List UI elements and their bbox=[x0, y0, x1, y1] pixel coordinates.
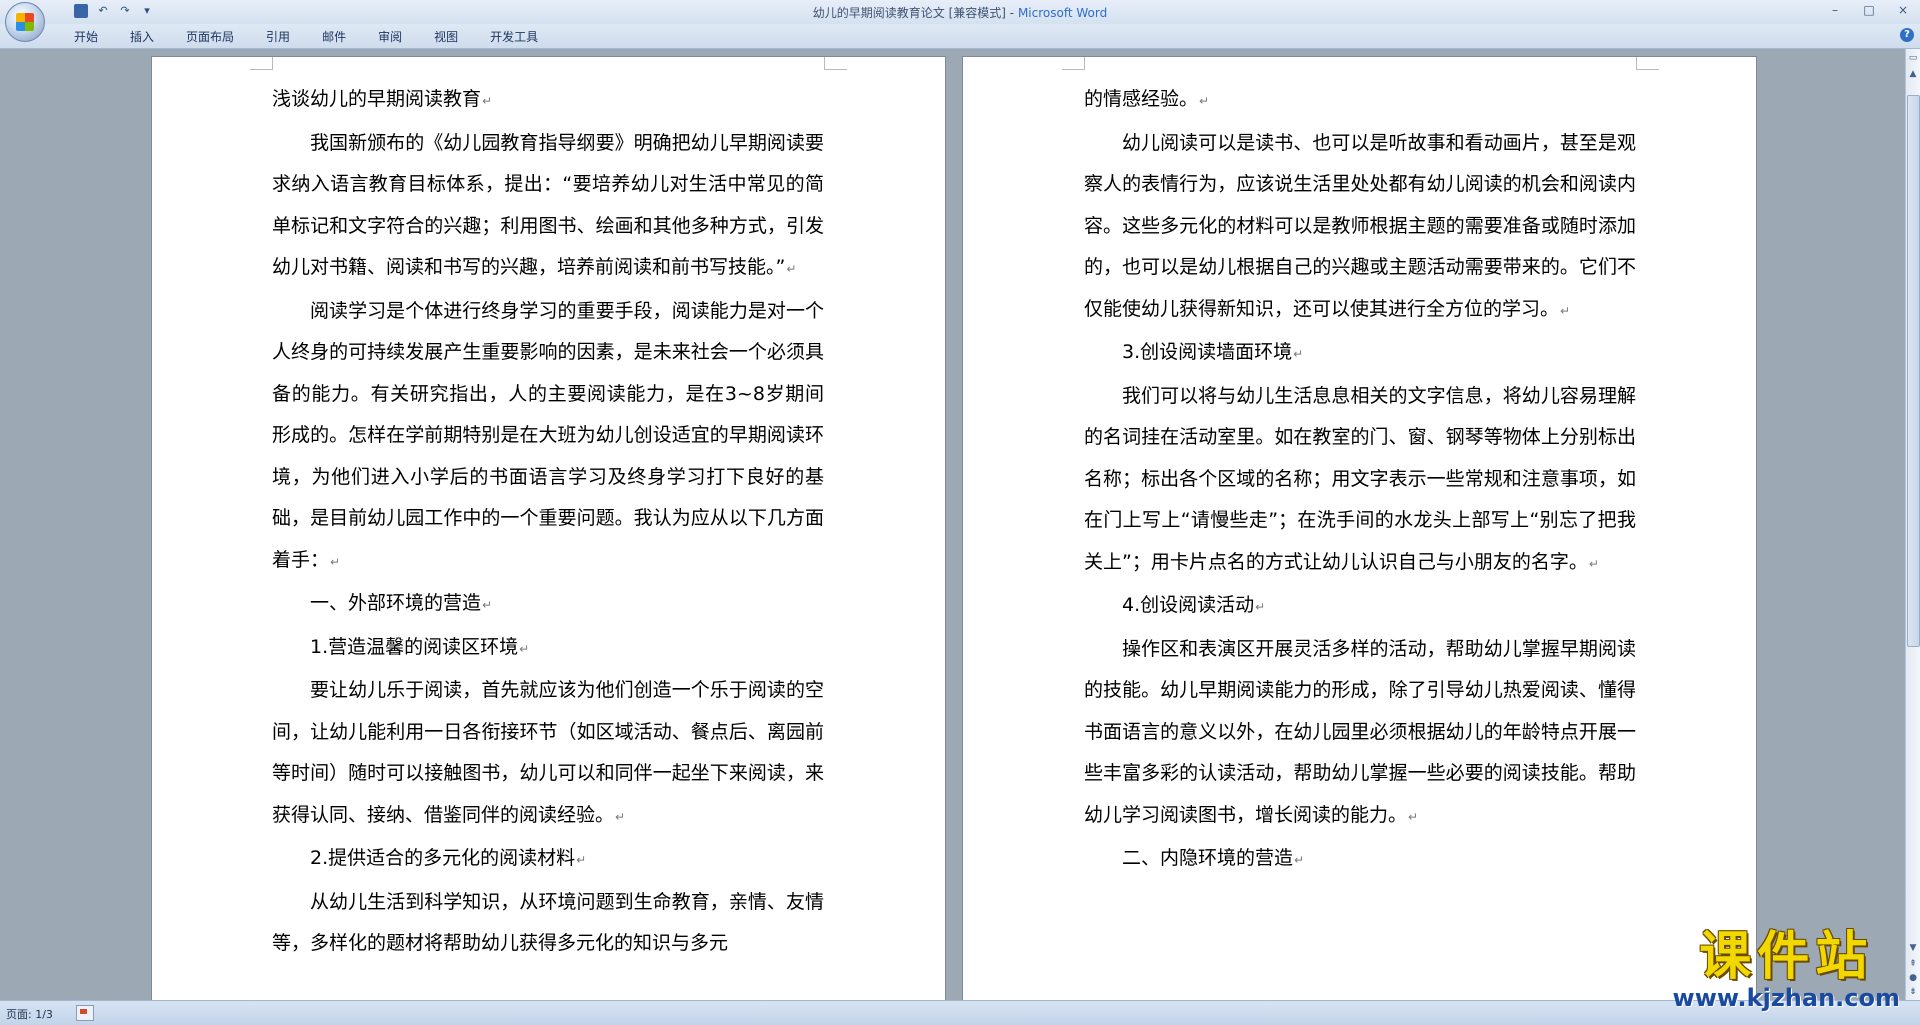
paragraph-mark-icon: ↵ bbox=[1294, 853, 1305, 867]
paragraph[interactable]: 3.创设阅读墙面环境↵ bbox=[1084, 332, 1636, 376]
ribbon-tab[interactable]: 引用 bbox=[250, 29, 306, 45]
ribbon-tab[interactable]: 页面布局 bbox=[170, 29, 250, 45]
window-title: 幼儿的早期阅读教育论文 [兼容模式] - Microsoft Word bbox=[0, 4, 1920, 21]
ribbon-tab[interactable]: 插入 bbox=[114, 29, 170, 45]
paragraph[interactable]: 浅谈幼儿的早期阅读教育↵ bbox=[272, 79, 824, 123]
title-bar: ↶ ↷ ▾ 幼儿的早期阅读教育论文 [兼容模式] - Microsoft Wor… bbox=[0, 0, 1920, 24]
scroll-down-icon[interactable]: ▼ bbox=[1907, 941, 1919, 955]
scrollbar-thumb[interactable] bbox=[1907, 95, 1920, 647]
title-separator: - bbox=[1005, 6, 1018, 20]
paragraph-mark-icon: ↵ bbox=[1293, 347, 1304, 361]
page-indicator[interactable]: 页面: 1/3 bbox=[6, 1006, 53, 1022]
paragraph-mark-icon: ↵ bbox=[330, 554, 341, 569]
paragraph-text: 要让幼儿乐于阅读，首先就应该为他们创造一个乐于阅读的空间，让幼儿能利用一日各衔接… bbox=[272, 679, 824, 826]
scroll-up-icon[interactable]: ▲ bbox=[1907, 67, 1919, 81]
paragraph-mark-icon: ↵ bbox=[1199, 94, 1210, 108]
help-icon[interactable]: ? bbox=[1900, 28, 1914, 42]
page-2-body[interactable]: 的情感经验。↵ 幼儿阅读可以是读书、也可以是听故事和看动画片，甚至是观察人的表情行… bbox=[1084, 79, 1636, 882]
page-2: 的情感经验。↵ 幼儿阅读可以是读书、也可以是听故事和看动画片，甚至是观察人的表情行… bbox=[963, 57, 1756, 1001]
page-1: 浅谈幼儿的早期阅读教育↵ 我国新颁布的《幼儿园教育指导纲要》明确把幼儿早期阅读要求… bbox=[152, 57, 945, 1001]
crop-mark bbox=[1062, 57, 1085, 70]
paragraph-mark-icon: ↵ bbox=[615, 809, 626, 824]
paragraph-mark-icon: ↵ bbox=[1560, 303, 1571, 318]
paragraph-text: 浅谈幼儿的早期阅读教育 bbox=[272, 88, 482, 110]
paragraph-text: 2.提供适合的多元化的阅读材料 bbox=[310, 847, 576, 869]
paragraph-text: 1.营造温馨的阅读区环境 bbox=[310, 635, 519, 658]
paragraph-mark-icon: ↵ bbox=[1408, 809, 1419, 824]
paragraph[interactable]: 2.提供适合的多元化的阅读材料↵ bbox=[272, 838, 824, 882]
paragraph-text: 我国新颁布的《幼儿园教育指导纲要》明确把幼儿早期阅读要求纳入语言教育目标体系，提… bbox=[272, 131, 824, 279]
paragraph-text: 从幼儿生活到科学知识，从环境问题到生命教育，亲情、友情等，多样化的题材将帮助幼儿… bbox=[272, 890, 824, 955]
minimize-icon[interactable]: – bbox=[1828, 3, 1842, 17]
paragraph-text: 阅读学习是个体进行终身学习的重要手段，阅读能力是对一个人终身的可持续发展产生重要… bbox=[272, 299, 824, 571]
maximize-icon[interactable]: □ bbox=[1862, 3, 1876, 17]
ribbon-tab[interactable]: 视图 bbox=[418, 29, 474, 45]
next-page-icon[interactable]: ⇟ bbox=[1907, 985, 1919, 999]
paragraph[interactable]: 要让幼儿乐于阅读，首先就应该为他们创造一个乐于阅读的空间，让幼儿能利用一日各衔接… bbox=[272, 670, 824, 838]
paragraph-text: 的情感经验。 bbox=[1084, 88, 1199, 110]
ribbon-tab-bar: 开始 插入 页面布局 引用 邮件 审阅 视图 开发工具 ? bbox=[0, 24, 1920, 49]
crop-mark bbox=[824, 57, 847, 70]
ribbon-tab[interactable]: 邮件 bbox=[306, 29, 362, 45]
watermark-url: www.kjzhan.com bbox=[1672, 984, 1900, 1012]
paragraph-mark-icon: ↵ bbox=[786, 262, 797, 276]
paragraph-text: 二、内隐环境的营造 bbox=[1122, 847, 1294, 869]
select-browse-object-icon[interactable]: ● bbox=[1907, 971, 1919, 985]
paragraph[interactable]: 1.营造温馨的阅读区环境↵ bbox=[272, 627, 824, 671]
ruler-toggle-icon[interactable]: ▭ bbox=[1907, 51, 1919, 65]
watermark-title: 课件站 bbox=[1699, 927, 1874, 987]
paragraph-text: 3.创设阅读墙面环境 bbox=[1122, 341, 1293, 363]
vertical-scrollbar[interactable]: ▭ ▲ ▼ ⇞ ● ⇟ bbox=[1905, 49, 1920, 1001]
ribbon-tabs: 开始 插入 页面布局 引用 邮件 审阅 视图 开发工具 bbox=[58, 29, 554, 45]
office-logo-icon bbox=[16, 13, 34, 31]
status-bar: 页面: 1/3 bbox=[0, 1000, 1920, 1025]
paragraph[interactable]: 的情感经验。↵ bbox=[1084, 79, 1636, 123]
paragraph[interactable]: 4.创设阅读活动↵ bbox=[1084, 585, 1636, 629]
macro-record-icon[interactable] bbox=[76, 1005, 94, 1021]
crop-mark bbox=[1636, 57, 1659, 70]
paragraph-text: 操作区和表演区开展灵活多样的活动，帮助幼儿掌握早期阅读的技能。幼儿早期阅读能力的… bbox=[1084, 637, 1636, 826]
paragraph[interactable]: 操作区和表演区开展灵活多样的活动，帮助幼儿掌握早期阅读的技能。幼儿早期阅读能力的… bbox=[1084, 629, 1636, 839]
previous-page-icon[interactable]: ⇞ bbox=[1907, 957, 1919, 971]
paragraph-mark-icon: ↵ bbox=[482, 598, 493, 612]
paragraph[interactable]: 二、内隐环境的营造↵ bbox=[1084, 838, 1636, 882]
watermark-logo: 课件站 www.kjzhan.com bbox=[1673, 929, 1900, 1011]
ribbon-tab[interactable]: 开发工具 bbox=[474, 29, 554, 45]
document-workspace: 浅谈幼儿的早期阅读教育↵ 我国新颁布的《幼儿园教育指导纲要》明确把幼儿早期阅读要求… bbox=[0, 49, 1906, 1001]
paragraph-mark-icon: ↵ bbox=[482, 94, 493, 108]
paragraph-text: 幼儿阅读可以是读书、也可以是听故事和看动画片，甚至是观察人的表情行为，应该说生活… bbox=[1084, 131, 1636, 320]
ribbon-tab[interactable]: 开始 bbox=[58, 29, 114, 45]
crop-mark bbox=[250, 57, 273, 70]
paragraph-text: 我们可以将与幼儿生活息息相关的文字信息，将幼儿容易理解的名词挂在活动室里。如在教… bbox=[1084, 384, 1636, 573]
paragraph-text: 一、外部环境的营造 bbox=[310, 592, 482, 614]
paragraph[interactable]: 我国新颁布的《幼儿园教育指导纲要》明确把幼儿早期阅读要求纳入语言教育目标体系，提… bbox=[272, 123, 824, 291]
paragraph[interactable]: 阅读学习是个体进行终身学习的重要手段，阅读能力是对一个人终身的可持续发展产生重要… bbox=[272, 291, 824, 584]
document-name: 幼儿的早期阅读教育论文 [兼容模式] bbox=[812, 6, 1006, 20]
close-icon[interactable]: × bbox=[1896, 3, 1910, 17]
paragraph[interactable]: 幼儿阅读可以是读书、也可以是听故事和看动画片，甚至是观察人的表情行为，应该说生活… bbox=[1084, 123, 1636, 333]
paragraph-text: 4.创设阅读活动 bbox=[1122, 594, 1255, 616]
paragraph-mark-icon: ↵ bbox=[576, 853, 587, 867]
page-1-body[interactable]: 浅谈幼儿的早期阅读教育↵ 我国新颁布的《幼儿园教育指导纲要》明确把幼儿早期阅读要求… bbox=[272, 79, 824, 965]
paragraph[interactable]: 一、外部环境的营造↵ bbox=[272, 583, 824, 627]
paragraph-mark-icon: ↵ bbox=[1588, 556, 1599, 571]
office-button[interactable] bbox=[5, 2, 45, 42]
paragraph-mark-icon: ↵ bbox=[519, 641, 530, 656]
paragraph[interactable]: 我们可以将与幼儿生活息息相关的文字信息，将幼儿容易理解的名词挂在活动室里。如在教… bbox=[1084, 376, 1636, 586]
paragraph[interactable]: 从幼儿生活到科学知识，从环境问题到生命教育，亲情、友情等，多样化的题材将帮助幼儿… bbox=[272, 882, 824, 965]
paragraph-mark-icon: ↵ bbox=[1255, 600, 1266, 614]
ribbon-tab[interactable]: 审阅 bbox=[362, 29, 418, 45]
app-name: Microsoft Word bbox=[1017, 6, 1108, 20]
window-controls: – □ × bbox=[1828, 3, 1910, 17]
